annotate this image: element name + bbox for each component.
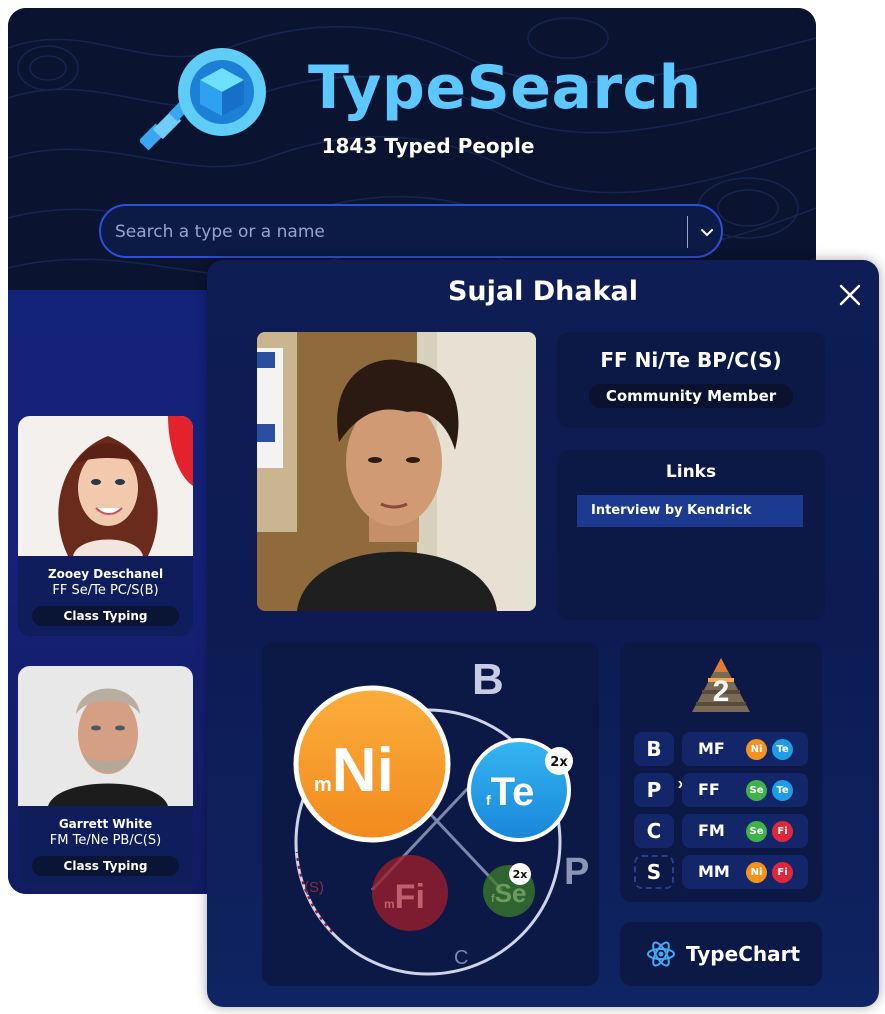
links-panel: Links Interview by Kendrick bbox=[557, 450, 825, 620]
quadra-pill-label: MF bbox=[698, 739, 725, 758]
b-axis-label: B bbox=[472, 655, 504, 704]
quadra-letter-c: C bbox=[634, 814, 674, 848]
p-axis-label: P bbox=[564, 851, 589, 893]
quadra-letter-label: P bbox=[646, 778, 662, 802]
search-input[interactable] bbox=[113, 218, 677, 246]
person-card[interactable]: Garrett White FM Te/Ne PB/C(S) Class Typ… bbox=[18, 666, 193, 886]
person-modal: Sujal Dhakal FF Ni/Te BP/C(S) Community … bbox=[207, 260, 879, 1007]
close-icon[interactable] bbox=[835, 280, 865, 310]
quadra-pill-label: FM bbox=[698, 821, 725, 840]
person-type: FM Te/Ne PB/C(S) bbox=[49, 833, 162, 848]
quadra-pill-label: FF bbox=[698, 780, 720, 799]
magnifier-cube-icon bbox=[140, 48, 266, 151]
pyramid-level-number: 2 bbox=[713, 675, 730, 708]
function-dot-fi: Fi bbox=[772, 821, 793, 842]
function-dot-se: Se bbox=[746, 821, 767, 842]
quadra-pill-mm: MM Ni Fi bbox=[682, 855, 808, 889]
c-axis-label: C bbox=[454, 947, 468, 969]
atom-icon bbox=[647, 941, 675, 967]
pyramid-level-icon: 2 bbox=[692, 658, 750, 712]
typechart-button[interactable]: TypeChart bbox=[620, 922, 822, 986]
class-typing-badge: Class Typing bbox=[32, 606, 179, 626]
person-card[interactable]: Zooey Deschanel FF Se/Te PC/S(B) Class T… bbox=[18, 416, 193, 636]
quadra-letter-p: P x2 bbox=[634, 773, 694, 807]
type-panel: FF Ni/Te BP/C(S) Community Member bbox=[557, 332, 825, 428]
app-title: TypeSearch bbox=[308, 53, 702, 123]
modal-title: Sujal Dhakal bbox=[447, 276, 639, 307]
quadra-letter-b: B bbox=[634, 732, 674, 766]
person-photo bbox=[18, 666, 193, 806]
function-dot-te: Te bbox=[772, 739, 793, 760]
interview-link[interactable]: Interview by Kendrick bbox=[577, 495, 803, 527]
person-name: Zooey Deschanel bbox=[47, 567, 164, 581]
function-dot-ni: Ni bbox=[746, 739, 767, 760]
function-label-te: fTe bbox=[486, 770, 534, 814]
function-dot-se: Se bbox=[746, 780, 767, 801]
function-dot-ni: Ni bbox=[746, 862, 767, 883]
quadra-panel: 2 B MF Ni Te P x2 FF Se Te C FM Se Fi S … bbox=[620, 642, 822, 902]
typed-count: 1843 Typed People bbox=[321, 134, 535, 158]
search-divider bbox=[687, 216, 688, 248]
chevron-down-icon[interactable] bbox=[697, 222, 717, 242]
person-type: FF Se/Te PC/S(B) bbox=[52, 583, 159, 598]
quadra-pill-fm: FM Se Fi bbox=[682, 814, 808, 848]
quadra-letter-s: S bbox=[634, 855, 674, 889]
quadra-pill-label: MM bbox=[698, 862, 730, 881]
profile-photo bbox=[257, 332, 536, 611]
type-code: FF Ni/Te BP/C(S) bbox=[600, 348, 782, 372]
s-axis-label: (S) bbox=[304, 879, 324, 896]
function-chart-panel: B P C (S) fSe 2x mFi fTe 2x mNi bbox=[262, 642, 599, 986]
quadra-pill-ff: FF Se Te bbox=[682, 773, 808, 807]
typechart-label: TypeChart bbox=[686, 942, 801, 966]
function-chart: B P C (S) fSe 2x mFi fTe 2x mNi bbox=[293, 655, 589, 976]
multiplier-badge-label: 2x bbox=[550, 755, 568, 770]
class-typing-badge: Class Typing bbox=[32, 856, 179, 876]
quadra-pill-mf: MF Ni Te bbox=[682, 732, 808, 766]
app-header: TypeSearch 1843 Typed People bbox=[8, 8, 816, 290]
member-badge: Community Member bbox=[589, 384, 793, 408]
person-name: Garrett White bbox=[58, 817, 153, 831]
search-bar bbox=[99, 204, 723, 258]
links-title: Links bbox=[665, 462, 717, 482]
function-dot-fi: Fi bbox=[772, 862, 793, 883]
multiplier-badge-label: 2x bbox=[513, 868, 528, 881]
function-dot-te: Te bbox=[772, 780, 793, 801]
person-photo bbox=[18, 416, 193, 556]
